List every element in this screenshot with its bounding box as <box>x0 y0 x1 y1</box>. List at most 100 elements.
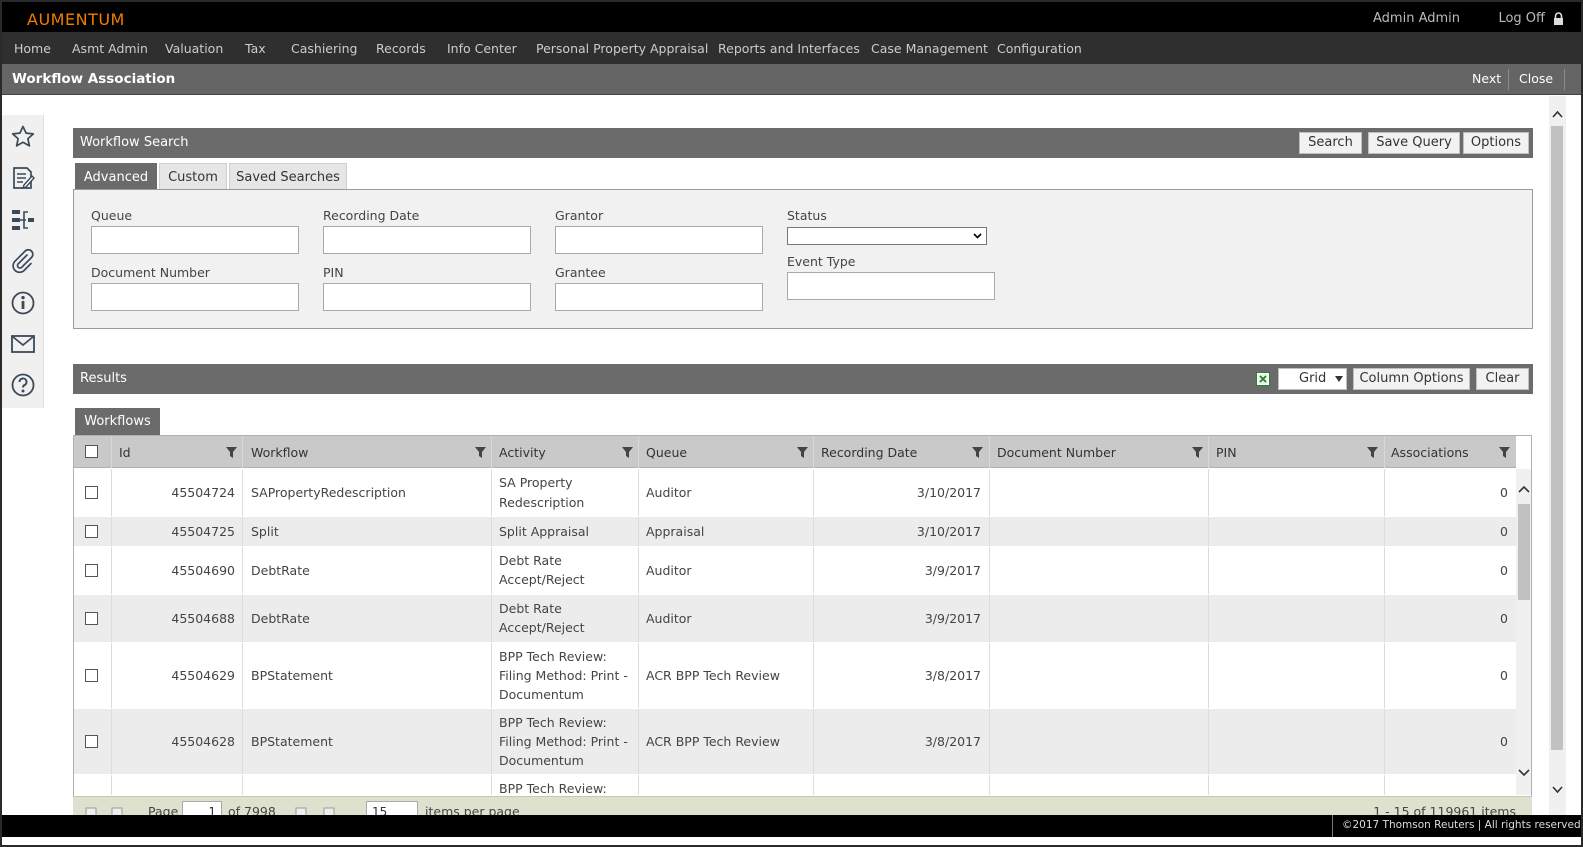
status-select[interactable] <box>787 227 987 245</box>
app-logo: AUMENTUM <box>27 10 125 29</box>
grantor-input[interactable] <box>555 226 763 254</box>
tab-saved-searches[interactable]: Saved Searches <box>229 163 347 190</box>
paperclip-icon[interactable] <box>10 248 36 274</box>
grid-scrollbar-thumb[interactable] <box>1518 504 1530 600</box>
menu-item-info-center[interactable]: Info Center <box>447 41 517 56</box>
grid-scrollbar[interactable] <box>1516 469 1531 795</box>
table-row[interactable]: 45504690 DebtRate Debt Rate Accept/Rejec… <box>74 547 1516 595</box>
cell-id: 45504725 <box>171 524 235 539</box>
column-options-button[interactable]: Column Options <box>1353 368 1470 390</box>
page-scrollbar-thumb[interactable] <box>1551 126 1563 750</box>
export-excel-icon[interactable] <box>1256 372 1270 386</box>
search-button[interactable]: Search <box>1299 132 1362 154</box>
cell-queue: Appraisal <box>646 524 705 539</box>
row-checkbox[interactable] <box>85 669 98 682</box>
menu-item-valuation[interactable]: Valuation <box>165 41 223 56</box>
queue-label: Queue <box>91 208 133 223</box>
page-scrollbar[interactable] <box>1549 96 1566 816</box>
mail-icon[interactable] <box>10 331 36 357</box>
star-icon[interactable] <box>10 124 36 150</box>
scroll-up-icon[interactable] <box>1518 485 1530 493</box>
table-row[interactable]: 45504628 BPStatement BPP Tech Review: Fi… <box>74 709 1516 775</box>
scroll-up-icon[interactable] <box>1552 110 1563 118</box>
column-header-pin[interactable]: PIN <box>1216 445 1237 460</box>
event-type-label: Event Type <box>787 254 856 269</box>
select-all-checkbox[interactable] <box>85 445 98 458</box>
cell-activity-line: Filing Method: Print - <box>499 734 628 749</box>
document-number-input[interactable] <box>91 283 299 311</box>
column-divider <box>989 436 990 468</box>
info-icon[interactable] <box>10 290 36 316</box>
menu-item-reports-and-interfaces[interactable]: Reports and Interfaces <box>718 41 860 56</box>
column-header-workflow[interactable]: Workflow <box>251 445 308 460</box>
filter-icon[interactable] <box>1367 447 1378 458</box>
menu-item-case-management[interactable]: Case Management <box>871 41 988 56</box>
main-menu: Home Asmt Admin Valuation Tax Cashiering… <box>2 32 1581 64</box>
results-title: Results <box>80 371 127 386</box>
menu-item-configuration[interactable]: Configuration <box>997 41 1082 56</box>
lock-icon[interactable] <box>1553 12 1564 25</box>
menu-item-personal-property-appraisal[interactable]: Personal Property Appraisal <box>536 41 708 56</box>
column-header-associations[interactable]: Associations <box>1391 445 1469 460</box>
queue-input[interactable] <box>91 226 299 254</box>
table-row[interactable]: 45504688 DebtRate Debt Rate Accept/Rejec… <box>74 595 1516 643</box>
help-icon[interactable] <box>10 372 36 398</box>
cell-activity-line: BPP Tech Review: <box>499 715 607 730</box>
scroll-down-icon[interactable] <box>1552 786 1563 794</box>
menu-item-records[interactable]: Records <box>376 41 426 56</box>
menu-item-asmt-admin[interactable]: Asmt Admin <box>72 41 148 56</box>
hierarchy-icon[interactable] <box>10 207 36 233</box>
notes-icon[interactable] <box>10 165 36 191</box>
tab-advanced[interactable]: Advanced <box>75 163 157 190</box>
table-row[interactable]: 45504725 Split Split Appraisal Appraisal… <box>74 517 1516 547</box>
row-checkbox[interactable] <box>85 486 98 499</box>
filter-icon[interactable] <box>1499 447 1510 458</box>
scroll-down-icon[interactable] <box>1518 769 1530 777</box>
row-checkbox[interactable] <box>85 735 98 748</box>
grantee-input[interactable] <box>555 283 763 311</box>
column-header-document-number[interactable]: Document Number <box>997 445 1116 460</box>
logoff-link[interactable]: Log Off <box>1498 11 1545 26</box>
menu-item-cashiering[interactable]: Cashiering <box>291 41 357 56</box>
clear-button[interactable]: Clear <box>1476 368 1529 390</box>
filter-icon[interactable] <box>1192 447 1203 458</box>
recording-date-input[interactable] <box>323 226 531 254</box>
row-checkbox[interactable] <box>85 612 98 625</box>
close-button[interactable]: Close <box>1519 71 1553 86</box>
column-header-recording-date[interactable]: Recording Date <box>821 445 917 460</box>
page-number-input[interactable]: 1 <box>182 801 222 816</box>
row-checkbox[interactable] <box>85 525 98 538</box>
column-header-id[interactable]: Id <box>119 445 131 460</box>
user-name[interactable]: Admin Admin <box>1373 11 1460 26</box>
column-divider <box>111 436 112 468</box>
footer: ©2017 Thomson Reuters | All rights reser… <box>2 815 1581 837</box>
filter-icon[interactable] <box>226 447 237 458</box>
filter-icon[interactable] <box>475 447 486 458</box>
menu-item-tax[interactable]: Tax <box>245 41 266 56</box>
view-select[interactable]: Grid <box>1278 368 1347 390</box>
row-checkbox[interactable] <box>85 564 98 577</box>
column-header-activity[interactable]: Activity <box>499 445 546 460</box>
options-button[interactable]: Options <box>1463 132 1529 154</box>
cell-associations: 0 <box>1500 485 1508 500</box>
menu-item-home[interactable]: Home <box>14 41 51 56</box>
tab-custom[interactable]: Custom <box>159 163 227 190</box>
page-size-select[interactable]: 15 <box>366 801 418 816</box>
next-button[interactable]: Next <box>1472 71 1501 86</box>
column-header-queue[interactable]: Queue <box>646 445 687 460</box>
cell-recording-date: 3/9/2017 <box>924 563 981 578</box>
top-bar: AUMENTUM Admin Admin Log Off <box>2 2 1581 32</box>
table-row[interactable]: 45504724 SAPropertyRedescription SA Prop… <box>74 469 1516 517</box>
cell-associations: 0 <box>1500 611 1508 626</box>
cell-activity-line: Debt Rate <box>499 553 562 568</box>
event-type-input[interactable] <box>787 272 995 300</box>
filter-icon[interactable] <box>797 447 808 458</box>
filter-icon[interactable] <box>622 447 633 458</box>
table-row[interactable]: 45504629 BPStatement BPP Tech Review: Fi… <box>74 643 1516 709</box>
cell-workflow: BPStatement <box>251 668 333 683</box>
table-row[interactable]: BPP Tech Review: <box>74 775 1516 795</box>
pin-input[interactable] <box>323 283 531 311</box>
filter-icon[interactable] <box>972 447 983 458</box>
save-query-button[interactable]: Save Query <box>1368 132 1460 154</box>
tab-workflows[interactable]: Workflows <box>75 408 160 436</box>
